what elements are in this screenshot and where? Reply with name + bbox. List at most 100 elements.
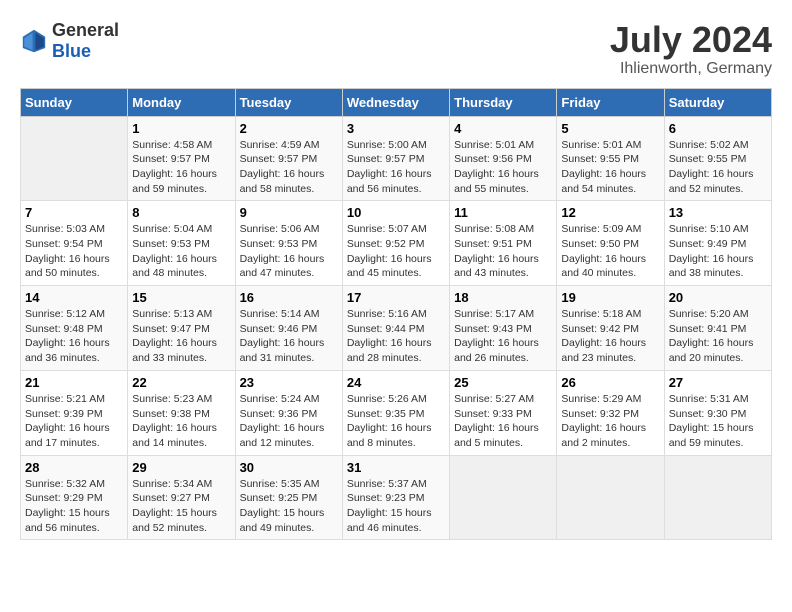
day-info: Sunrise: 5:26 AM Sunset: 9:35 PM Dayligh… [347, 392, 445, 451]
table-cell: 23Sunrise: 5:24 AM Sunset: 9:36 PM Dayli… [235, 370, 342, 455]
day-number: 14 [25, 290, 123, 305]
day-info: Sunrise: 4:58 AM Sunset: 9:57 PM Dayligh… [132, 138, 230, 197]
calendar-table: SundayMondayTuesdayWednesdayThursdayFrid… [20, 88, 772, 541]
day-number: 19 [561, 290, 659, 305]
table-cell: 4Sunrise: 5:01 AM Sunset: 9:56 PM Daylig… [450, 116, 557, 201]
week-row-2: 7 Sunrise: 5:03 AM Sunset: 9:54 PM Daylig… [21, 201, 772, 286]
day-number: 31 [347, 460, 445, 475]
day-number: 23 [240, 375, 338, 390]
table-cell: 14 Sunrise: 5:12 AM Sunset: 9:48 PM Dayli… [21, 286, 128, 371]
table-cell: 22Sunrise: 5:23 AM Sunset: 9:38 PM Dayli… [128, 370, 235, 455]
table-cell: 26Sunrise: 5:29 AM Sunset: 9:32 PM Dayli… [557, 370, 664, 455]
table-cell: 25 Sunrise: 5:27 AM Sunset: 9:33 PM Dayli… [450, 370, 557, 455]
day-info: Sunrise: 5:37 AM Sunset: 9:23 PM Dayligh… [347, 477, 445, 536]
day-number: 17 [347, 290, 445, 305]
table-cell [664, 455, 771, 540]
day-number: 5 [561, 121, 659, 136]
header-friday: Friday [557, 88, 664, 116]
table-cell: 28 Sunrise: 5:32 AM Sunset: 9:29 PM Dayli… [21, 455, 128, 540]
day-number: 12 [561, 205, 659, 220]
title-block: July 2024 Ihlienworth, Germany [610, 20, 772, 78]
table-cell: 29 Sunrise: 5:34 AM Sunset: 9:27 PM Dayli… [128, 455, 235, 540]
day-number: 6 [669, 121, 767, 136]
table-cell: 6 Sunrise: 5:02 AM Sunset: 9:55 PM Daylig… [664, 116, 771, 201]
day-number: 29 [132, 460, 230, 475]
header-thursday: Thursday [450, 88, 557, 116]
table-cell: 16 Sunrise: 5:14 AM Sunset: 9:46 PM Dayli… [235, 286, 342, 371]
day-info: Sunrise: 5:35 AM Sunset: 9:25 PM Dayligh… [240, 477, 338, 536]
day-info: Sunrise: 5:03 AM Sunset: 9:54 PM Dayligh… [25, 222, 123, 281]
day-number: 11 [454, 205, 552, 220]
day-number: 20 [669, 290, 767, 305]
week-row-5: 28 Sunrise: 5:32 AM Sunset: 9:29 PM Dayli… [21, 455, 772, 540]
day-info: Sunrise: 5:00 AM Sunset: 9:57 PM Dayligh… [347, 138, 445, 197]
calendar-header-row: SundayMondayTuesdayWednesdayThursdayFrid… [21, 88, 772, 116]
day-number: 13 [669, 205, 767, 220]
table-cell: 27 Sunrise: 5:31 AM Sunset: 9:30 PM Dayli… [664, 370, 771, 455]
day-info: Sunrise: 5:20 AM Sunset: 9:41 PM Dayligh… [669, 307, 767, 366]
main-title: July 2024 [610, 20, 772, 60]
table-cell: 9Sunrise: 5:06 AM Sunset: 9:53 PM Daylig… [235, 201, 342, 286]
table-cell: 7 Sunrise: 5:03 AM Sunset: 9:54 PM Daylig… [21, 201, 128, 286]
day-info: Sunrise: 5:06 AM Sunset: 9:53 PM Dayligh… [240, 222, 338, 281]
table-cell [21, 116, 128, 201]
day-number: 28 [25, 460, 123, 475]
day-info: Sunrise: 5:13 AM Sunset: 9:47 PM Dayligh… [132, 307, 230, 366]
logo: General Blue [20, 20, 119, 62]
table-cell: 18 Sunrise: 5:17 AM Sunset: 9:43 PM Dayli… [450, 286, 557, 371]
table-cell: 5 Sunrise: 5:01 AM Sunset: 9:55 PM Daylig… [557, 116, 664, 201]
day-info: Sunrise: 5:32 AM Sunset: 9:29 PM Dayligh… [25, 477, 123, 536]
header-saturday: Saturday [664, 88, 771, 116]
table-cell: 24Sunrise: 5:26 AM Sunset: 9:35 PM Dayli… [342, 370, 449, 455]
day-info: Sunrise: 5:18 AM Sunset: 9:42 PM Dayligh… [561, 307, 659, 366]
table-cell: 19 Sunrise: 5:18 AM Sunset: 9:42 PM Dayli… [557, 286, 664, 371]
day-number: 30 [240, 460, 338, 475]
day-number: 2 [240, 121, 338, 136]
day-number: 15 [132, 290, 230, 305]
logo-text-blue: Blue [52, 41, 91, 61]
header-tuesday: Tuesday [235, 88, 342, 116]
logo-icon [20, 27, 48, 55]
week-row-3: 14 Sunrise: 5:12 AM Sunset: 9:48 PM Dayli… [21, 286, 772, 371]
table-cell [450, 455, 557, 540]
subtitle: Ihlienworth, Germany [610, 60, 772, 78]
table-cell: 1Sunrise: 4:58 AM Sunset: 9:57 PM Daylig… [128, 116, 235, 201]
day-number: 3 [347, 121, 445, 136]
day-info: Sunrise: 5:17 AM Sunset: 9:43 PM Dayligh… [454, 307, 552, 366]
day-info: Sunrise: 5:21 AM Sunset: 9:39 PM Dayligh… [25, 392, 123, 451]
day-number: 16 [240, 290, 338, 305]
day-info: Sunrise: 5:14 AM Sunset: 9:46 PM Dayligh… [240, 307, 338, 366]
day-info: Sunrise: 5:29 AM Sunset: 9:32 PM Dayligh… [561, 392, 659, 451]
day-number: 7 [25, 205, 123, 220]
day-number: 25 [454, 375, 552, 390]
table-cell: 2 Sunrise: 4:59 AM Sunset: 9:57 PM Daylig… [235, 116, 342, 201]
day-info: Sunrise: 5:27 AM Sunset: 9:33 PM Dayligh… [454, 392, 552, 451]
table-cell: 20 Sunrise: 5:20 AM Sunset: 9:41 PM Dayli… [664, 286, 771, 371]
table-cell [557, 455, 664, 540]
day-number: 18 [454, 290, 552, 305]
day-number: 4 [454, 121, 552, 136]
table-cell: 30 Sunrise: 5:35 AM Sunset: 9:25 PM Dayli… [235, 455, 342, 540]
day-info: Sunrise: 5:34 AM Sunset: 9:27 PM Dayligh… [132, 477, 230, 536]
table-cell: 11Sunrise: 5:08 AM Sunset: 9:51 PM Dayli… [450, 201, 557, 286]
table-cell: 17Sunrise: 5:16 AM Sunset: 9:44 PM Dayli… [342, 286, 449, 371]
day-info: Sunrise: 5:10 AM Sunset: 9:49 PM Dayligh… [669, 222, 767, 281]
day-info: Sunrise: 5:07 AM Sunset: 9:52 PM Dayligh… [347, 222, 445, 281]
day-number: 27 [669, 375, 767, 390]
table-cell: 21Sunrise: 5:21 AM Sunset: 9:39 PM Dayli… [21, 370, 128, 455]
day-info: Sunrise: 5:01 AM Sunset: 9:55 PM Dayligh… [561, 138, 659, 197]
day-info: Sunrise: 4:59 AM Sunset: 9:57 PM Dayligh… [240, 138, 338, 197]
day-info: Sunrise: 5:02 AM Sunset: 9:55 PM Dayligh… [669, 138, 767, 197]
page-header: General Blue July 2024 Ihlienworth, Germ… [20, 20, 772, 78]
day-number: 10 [347, 205, 445, 220]
day-info: Sunrise: 5:09 AM Sunset: 9:50 PM Dayligh… [561, 222, 659, 281]
day-number: 8 [132, 205, 230, 220]
week-row-4: 21Sunrise: 5:21 AM Sunset: 9:39 PM Dayli… [21, 370, 772, 455]
day-info: Sunrise: 5:04 AM Sunset: 9:53 PM Dayligh… [132, 222, 230, 281]
header-sunday: Sunday [21, 88, 128, 116]
table-cell: 8 Sunrise: 5:04 AM Sunset: 9:53 PM Daylig… [128, 201, 235, 286]
day-info: Sunrise: 5:12 AM Sunset: 9:48 PM Dayligh… [25, 307, 123, 366]
table-cell: 10 Sunrise: 5:07 AM Sunset: 9:52 PM Dayli… [342, 201, 449, 286]
header-monday: Monday [128, 88, 235, 116]
day-info: Sunrise: 5:31 AM Sunset: 9:30 PM Dayligh… [669, 392, 767, 451]
